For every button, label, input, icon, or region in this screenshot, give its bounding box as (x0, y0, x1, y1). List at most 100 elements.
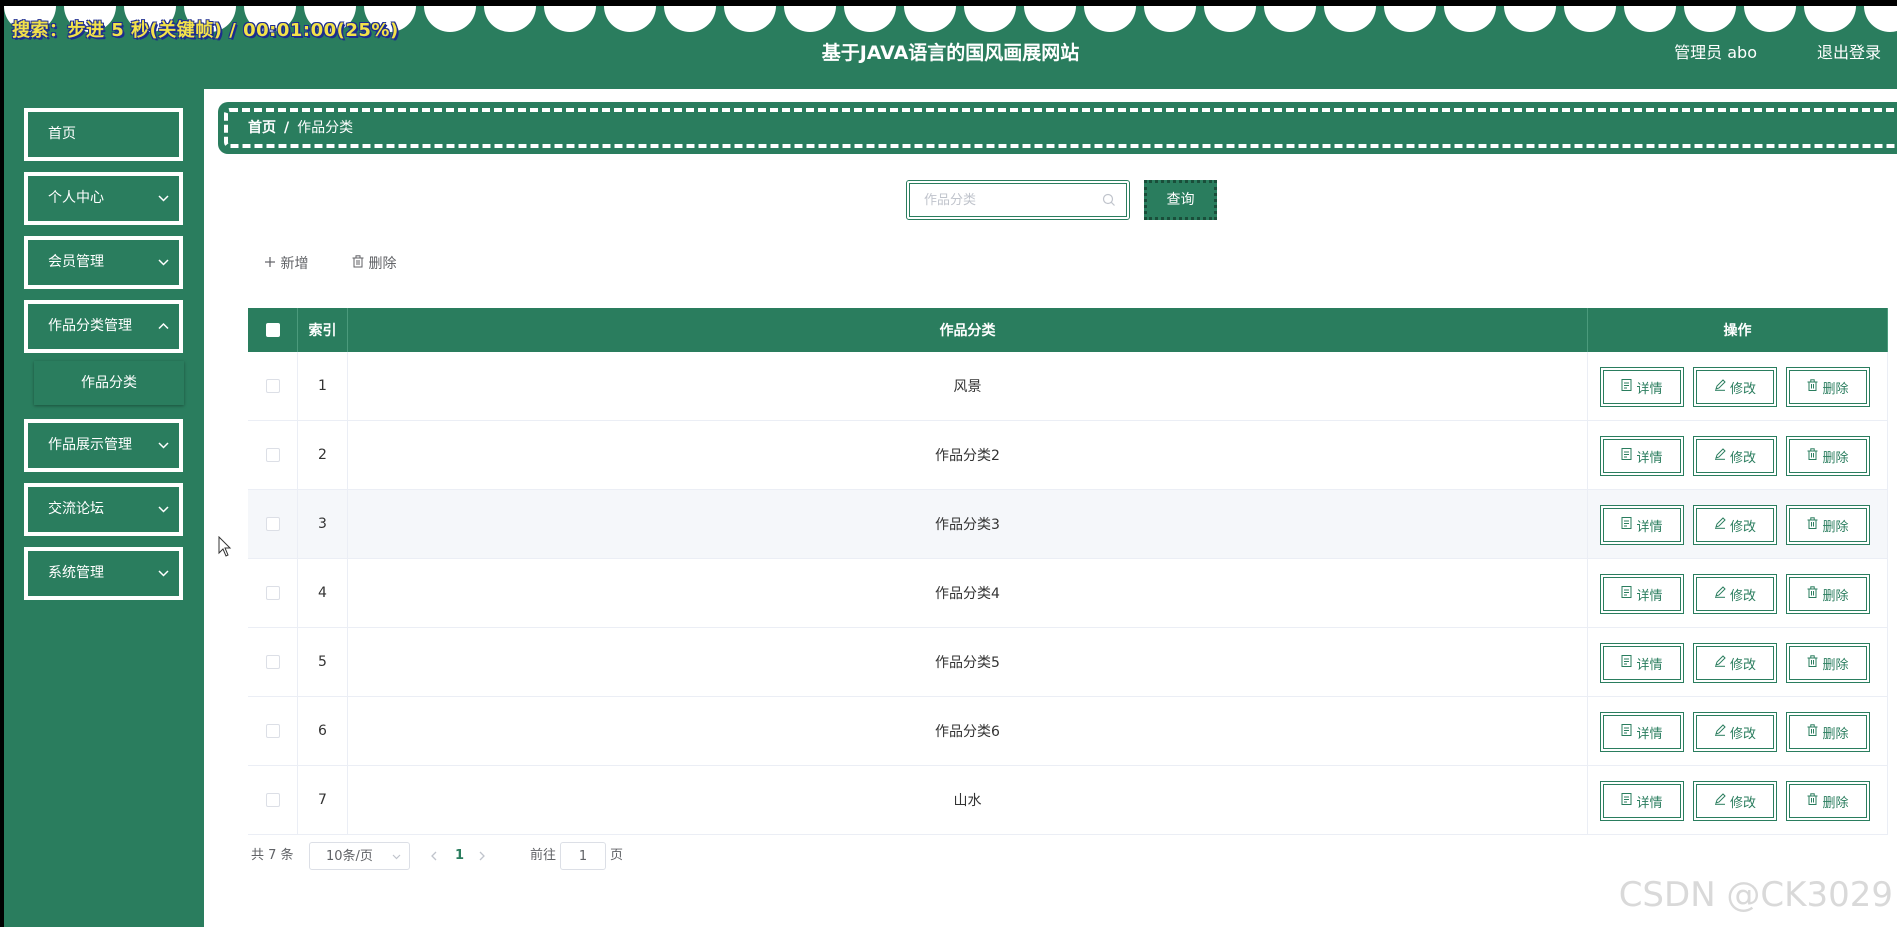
sidebar-subitem-category[interactable]: 作品分类 (34, 361, 184, 405)
document-icon (1621, 793, 1632, 809)
chevron-down-icon (158, 176, 169, 240)
select-all-checkbox[interactable] (265, 323, 280, 337)
delete-button-label: 删除 (1822, 588, 1849, 604)
breadcrumb: 首页 / 作品分类 (218, 102, 1897, 154)
chevron-down-icon (158, 240, 169, 304)
row-index: 2 (298, 421, 348, 489)
row-select-cell (248, 628, 298, 696)
row-checkbox[interactable] (265, 448, 280, 462)
row-ops-cell: 详情 修改 删除 (1588, 766, 1888, 834)
pencil-icon (1714, 586, 1726, 602)
edit-button-label: 修改 (1729, 657, 1756, 673)
sidebar-item-label: 作品分类管理 (48, 318, 132, 334)
row-category-name: 作品分类4 (348, 559, 1588, 627)
chevron-down-icon (158, 551, 169, 615)
mouse-cursor-icon (218, 535, 232, 562)
row-delete-button[interactable]: 删除 (1786, 574, 1870, 614)
document-icon (1621, 724, 1632, 740)
sidebar-item-category-management[interactable]: 作品分类管理 (24, 300, 183, 353)
edit-button-label: 修改 (1729, 519, 1756, 535)
delete-button-label: 删除 (1822, 726, 1849, 742)
document-icon (1621, 655, 1632, 671)
row-category-name: 风景 (348, 352, 1588, 420)
edit-button[interactable]: 修改 (1693, 436, 1777, 476)
edit-button[interactable]: 修改 (1693, 574, 1777, 614)
detail-button[interactable]: 详情 (1600, 712, 1684, 752)
page-number-current[interactable]: 1 (455, 842, 464, 870)
row-ops-cell: 详情 修改 删除 (1588, 490, 1888, 558)
edit-button[interactable]: 修改 (1693, 367, 1777, 407)
row-ops-cell: 详情 修改 删除 (1588, 697, 1888, 765)
edit-button[interactable]: 修改 (1693, 643, 1777, 683)
breadcrumb-home[interactable]: 首页 (248, 120, 276, 136)
delete-button-label: 删除 (1822, 381, 1849, 397)
table-row: 7 山水 详情 修改 删除 (248, 766, 1888, 835)
row-checkbox[interactable] (265, 724, 280, 738)
trash-icon (1807, 517, 1818, 533)
detail-button[interactable]: 详情 (1600, 781, 1684, 821)
chevron-down-icon (158, 487, 169, 551)
row-delete-button[interactable]: 删除 (1786, 505, 1870, 545)
document-icon (1621, 586, 1632, 602)
table-row: 3 作品分类3 详情 修改 删除 (248, 490, 1888, 559)
document-icon (1621, 448, 1632, 464)
sidebar-item-label: 首页 (48, 126, 76, 142)
edit-button[interactable]: 修改 (1693, 781, 1777, 821)
row-checkbox[interactable] (265, 793, 280, 807)
edit-button[interactable]: 修改 (1693, 505, 1777, 545)
row-ops-cell: 详情 修改 删除 (1588, 421, 1888, 489)
sidebar-item-works-display[interactable]: 作品展示管理 (24, 419, 183, 472)
detail-button[interactable]: 详情 (1600, 367, 1684, 407)
row-delete-button[interactable]: 删除 (1786, 712, 1870, 752)
row-index: 5 (298, 628, 348, 696)
row-checkbox[interactable] (265, 517, 280, 531)
detail-button[interactable]: 详情 (1600, 436, 1684, 476)
sidebar-item-system[interactable]: 系统管理 (24, 547, 183, 600)
add-button[interactable]: 新增 (264, 246, 308, 282)
detail-button[interactable]: 详情 (1600, 505, 1684, 545)
goto-page-input[interactable]: 1 (560, 842, 606, 870)
query-button[interactable]: 查询 (1144, 180, 1217, 220)
detail-button[interactable]: 详情 (1600, 643, 1684, 683)
trash-icon (1807, 379, 1818, 395)
trash-icon (1807, 724, 1818, 740)
edit-button[interactable]: 修改 (1693, 712, 1777, 752)
delete-button-label: 删除 (368, 256, 397, 272)
pencil-icon (1714, 517, 1726, 533)
row-checkbox[interactable] (265, 379, 280, 393)
row-checkbox[interactable] (265, 586, 280, 600)
next-page-button[interactable] (478, 842, 486, 870)
row-delete-button[interactable]: 删除 (1786, 436, 1870, 476)
row-checkbox[interactable] (265, 655, 280, 669)
batch-delete-button[interactable]: 删除 (352, 246, 396, 282)
search-input[interactable] (924, 190, 1094, 210)
sidebar-item-profile[interactable]: 个人中心 (24, 172, 183, 225)
sidebar-item-home[interactable]: 首页 (24, 108, 183, 161)
breadcrumb-separator: / (284, 120, 290, 136)
row-index: 6 (298, 697, 348, 765)
chevron-down-icon (158, 423, 169, 487)
edit-button-label: 修改 (1729, 726, 1756, 742)
logout-link[interactable]: 退出登录 (1817, 39, 1881, 63)
row-delete-button[interactable]: 删除 (1786, 781, 1870, 821)
row-select-cell (248, 490, 298, 558)
detail-button-label: 详情 (1636, 726, 1663, 742)
sidebar-item-members[interactable]: 会员管理 (24, 236, 183, 289)
trash-icon (1807, 586, 1818, 602)
sidebar-item-forum[interactable]: 交流论坛 (24, 483, 183, 536)
row-delete-button[interactable]: 删除 (1786, 643, 1870, 683)
delete-button-label: 删除 (1822, 519, 1849, 535)
pencil-icon (1714, 655, 1726, 671)
watermark: CSDN @CK3029 (1618, 875, 1893, 915)
sidebar-item-label: 交流论坛 (48, 501, 104, 517)
trash-icon (352, 255, 368, 272)
add-button-label: 新增 (280, 256, 309, 272)
page-size-select[interactable]: 10条/页 (309, 842, 410, 870)
row-ops-cell: 详情 修改 删除 (1588, 352, 1888, 420)
row-delete-button[interactable]: 删除 (1786, 367, 1870, 407)
detail-button[interactable]: 详情 (1600, 574, 1684, 614)
search-field[interactable] (906, 180, 1130, 220)
row-category-name: 山水 (348, 766, 1588, 834)
row-index: 7 (298, 766, 348, 834)
prev-page-button[interactable] (430, 842, 438, 870)
